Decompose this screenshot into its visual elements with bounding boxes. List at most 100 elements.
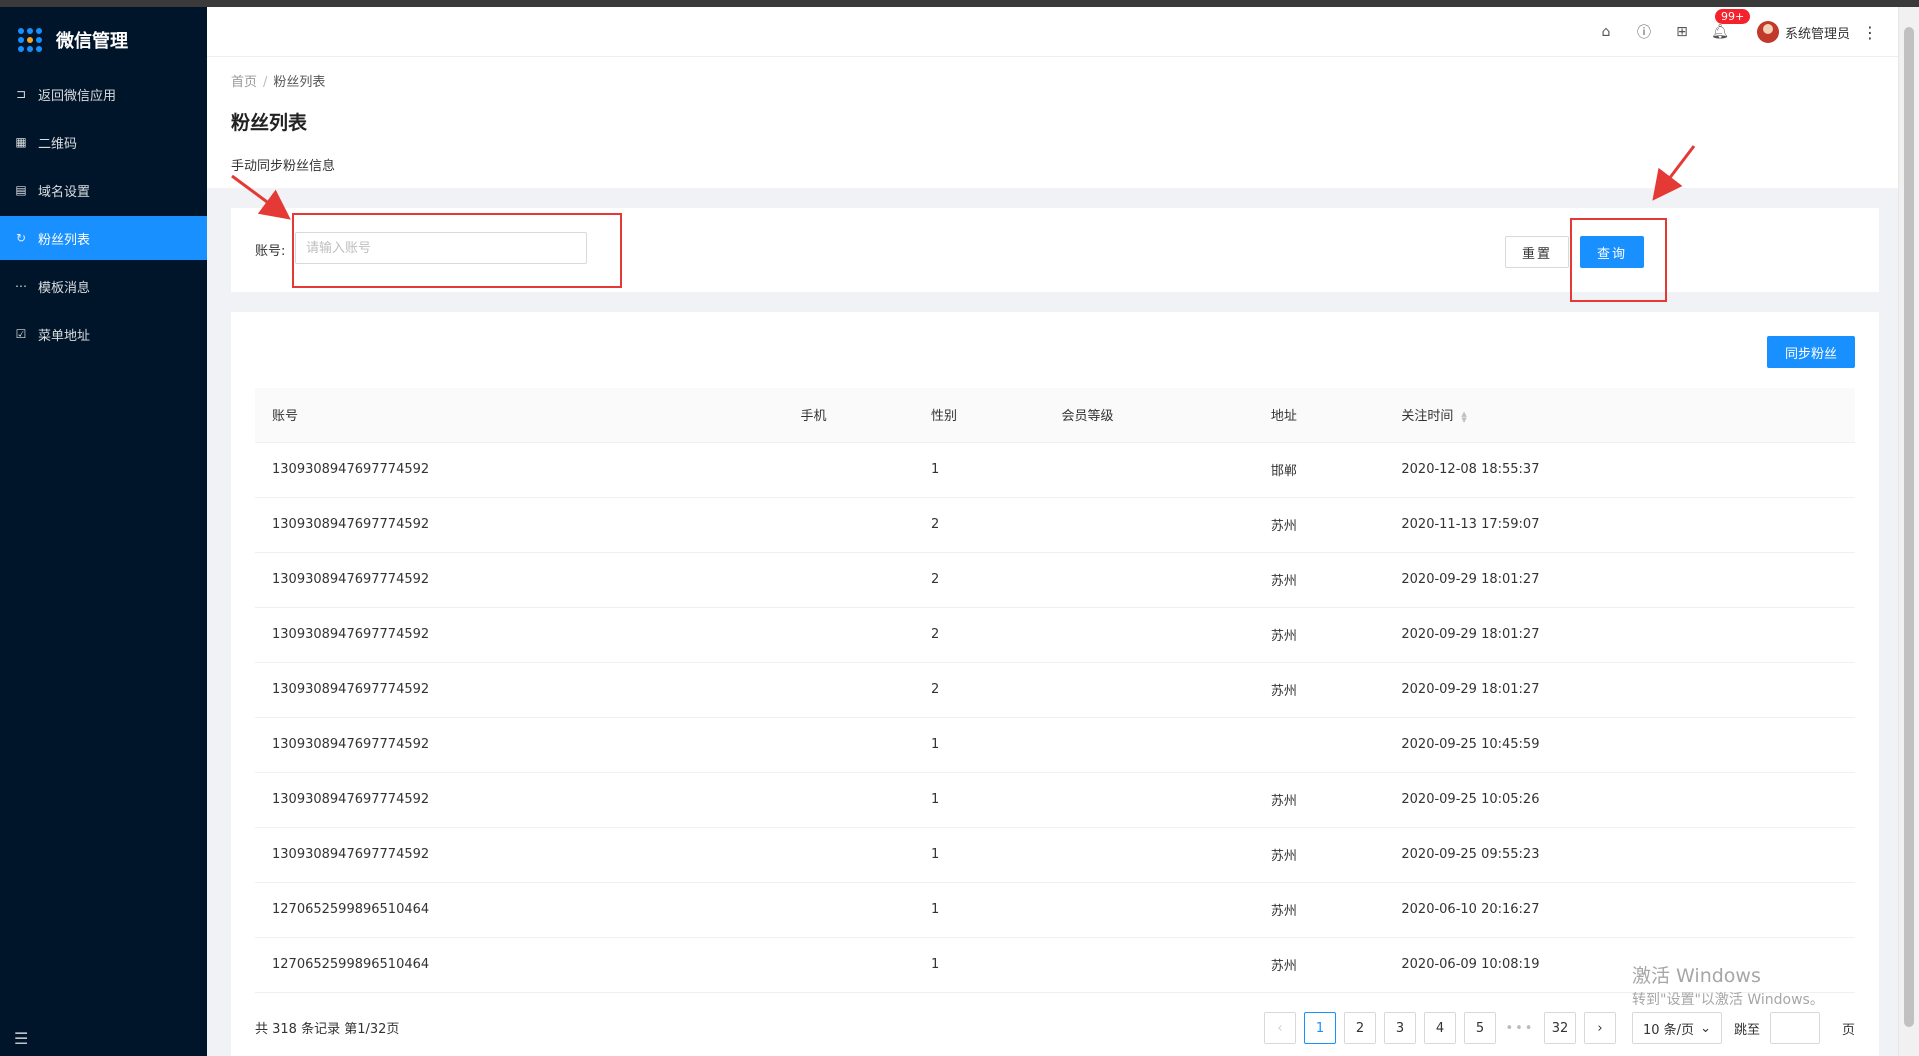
table-cell: 1309308947697774592 [255,552,784,608]
reset-button[interactable]: 重置 [1505,236,1569,268]
table-cell: 1 [913,827,1045,883]
table-cell [1044,442,1254,498]
apps-grid-icon [18,28,42,52]
page-unit-label: 页 [1841,1022,1855,1038]
avatar[interactable] [1756,21,1779,43]
windows-activation-watermark: 激活 Windows 转到"设置"以激活 Windows。 [1632,964,1824,1012]
apps-icon[interactable]: ⊞ [1673,23,1691,41]
window-top-strip [0,0,1919,7]
table-cell: 1 [913,772,1045,828]
column-header-label: 地址 [1270,409,1297,425]
logo-dot [18,28,24,34]
table-cell: 苏州 [1253,607,1385,663]
table-cell [783,882,914,938]
table-cell: 2020-12-08 18:55:37 [1384,442,1855,498]
table-header-row: 账号 手机 性别 会员等级 地址 关注时间 ▲ ▼ [255,388,1855,443]
sidebar-item-label: 模板消息 [38,280,91,296]
table-cell: 2 [913,552,1045,608]
table-row: 1309308947697774592 2 苏州 2020-09-29 18:01:2… [255,552,1855,608]
table-cell [1044,607,1254,663]
help-icon[interactable]: ⓘ [1635,23,1653,41]
collapse-menu-icon[interactable]: ☰ [14,1029,28,1048]
pagination-ellipsis[interactable]: ••• [1504,1021,1536,1036]
sort-icon[interactable]: ▲ ▼ [1461,410,1466,423]
table-cell [783,937,914,993]
page-item[interactable]: 1 [1303,1012,1336,1044]
username[interactable]: 系统管理员 [1785,23,1850,42]
total-records: 共 318 条记录 第1/32页 [255,1022,400,1037]
page-item-last[interactable]: 32 [1543,1012,1576,1044]
table-cell: 1 [913,937,1045,993]
table-row: 1270652599896510464 1 苏州 2020-06-10 20:16:2… [255,882,1855,938]
breadcrumb-home[interactable]: 首页 [231,75,257,90]
table-cell: 2020-09-29 18:01:27 [1384,662,1855,718]
table-cell: 1309308947697774592 [255,442,784,498]
table-cell: 1309308947697774592 [255,717,784,773]
table-cell [783,827,914,883]
page-item[interactable]: 3 [1383,1012,1416,1044]
table-cell: 2 [913,497,1045,553]
bell-icon[interactable]: 🔔︎ 99+ [1711,9,1751,41]
table-cell: 苏州 [1253,937,1385,993]
column-header: 账号 [255,388,784,443]
sidebar-item-1[interactable]: ▦ 二维码 [0,120,207,164]
home-icon[interactable]: ⌂ [1597,23,1615,41]
sidebar-item-label: 菜单地址 [38,328,91,344]
scrollbar-thumb[interactable] [1904,27,1914,1027]
column-header-label: 会员等级 [1061,409,1114,425]
sidebar-item-label: 粉丝列表 [38,232,91,248]
account-label: 账号: [255,244,286,259]
annotation-box-search-input [292,213,622,288]
chevron-down-icon: ⌄ [1700,1020,1711,1036]
page-scrollbar[interactable] [1898,7,1919,1056]
sidebar-item-2[interactable]: ▤ 域名设置 [0,168,207,212]
top-header: ⌂ ⓘ ⊞ 🔔︎ 99+ 系统管理员 ⋮ [207,7,1898,57]
sidebar-item-0[interactable]: ⊐ 返回微信应用 [0,72,207,116]
watermark-line1: 激活 Windows [1632,965,1761,987]
table-row: 1309308947697774592 2 苏州 2020-09-29 18:01:2… [255,662,1855,718]
sidebar-item-label: 二维码 [38,136,78,152]
sidebar-item-4[interactable]: ⋯ 模板消息 [0,264,207,308]
more-vertical-icon[interactable]: ⋮ [1862,23,1878,42]
logo-dot [18,46,24,52]
page-title: 粉丝列表 [231,112,308,134]
column-header[interactable]: 关注时间 ▲ ▼ [1384,388,1855,443]
table-cell: 1270652599896510464 [255,882,784,938]
logo-dot [18,37,24,43]
column-header: 性别 [913,388,1045,443]
table-cell [783,717,914,773]
page-size-select[interactable]: 10 条/页 ⌄ [1631,1012,1722,1044]
page-item[interactable]: 4 [1423,1012,1456,1044]
logo-dot [27,46,33,52]
table-cell: 1309308947697774592 [255,827,784,883]
checklist-icon: ☑ [15,327,27,341]
prev-page-icon[interactable]: ‹ [1263,1012,1296,1044]
breadcrumb-current: 粉丝列表 [273,75,326,90]
table-cell: 苏州 [1253,772,1385,828]
sync-icon: ↻ [15,231,27,245]
next-page-icon[interactable]: › [1583,1012,1616,1044]
table-cell: 1309308947697774592 [255,772,784,828]
page-header: 首页 / 粉丝列表 粉丝列表 手动同步粉丝信息 [207,57,1898,188]
sidebar: 微信管理 ⊐ 返回微信应用 ▦ 二维码 ▤ 域名设置 ↻ 粉丝列表 ⋯ 模板消息 ☑ 菜单地址 ☰ [0,7,207,1056]
table-cell [1044,772,1254,828]
logo-dot [27,37,33,43]
table-cell [1044,717,1254,773]
table-body: 1309308947697774592 1 邯郸 2020-12-08 18:55:3… [255,442,1855,993]
sidebar-item-3[interactable]: ↻ 粉丝列表 [0,216,207,260]
sync-fans-button[interactable]: 同步粉丝 [1767,336,1855,368]
sidebar-item-5[interactable]: ☑ 菜单地址 [0,312,207,356]
page-description: 手动同步粉丝信息 [231,159,336,174]
page-item[interactable]: 2 [1343,1012,1376,1044]
table-cell: 2020-09-25 09:55:23 [1384,827,1855,883]
table-cell: 邯郸 [1253,442,1385,498]
logo-dot [36,37,42,43]
table-cell: 2020-06-10 20:16:27 [1384,882,1855,938]
table-cell: 2020-09-25 10:05:26 [1384,772,1855,828]
table-cell: 1309308947697774592 [255,662,784,718]
table-card: 同步粉丝 账号 手机 性别 会员等级 地址 关注时间 ▲ ▼ 1309308947697774… [231,312,1879,1056]
logo[interactable]: 微信管理 [0,16,207,64]
jump-page-input[interactable] [1769,1012,1820,1044]
table-cell [783,662,914,718]
page-item[interactable]: 5 [1463,1012,1496,1044]
